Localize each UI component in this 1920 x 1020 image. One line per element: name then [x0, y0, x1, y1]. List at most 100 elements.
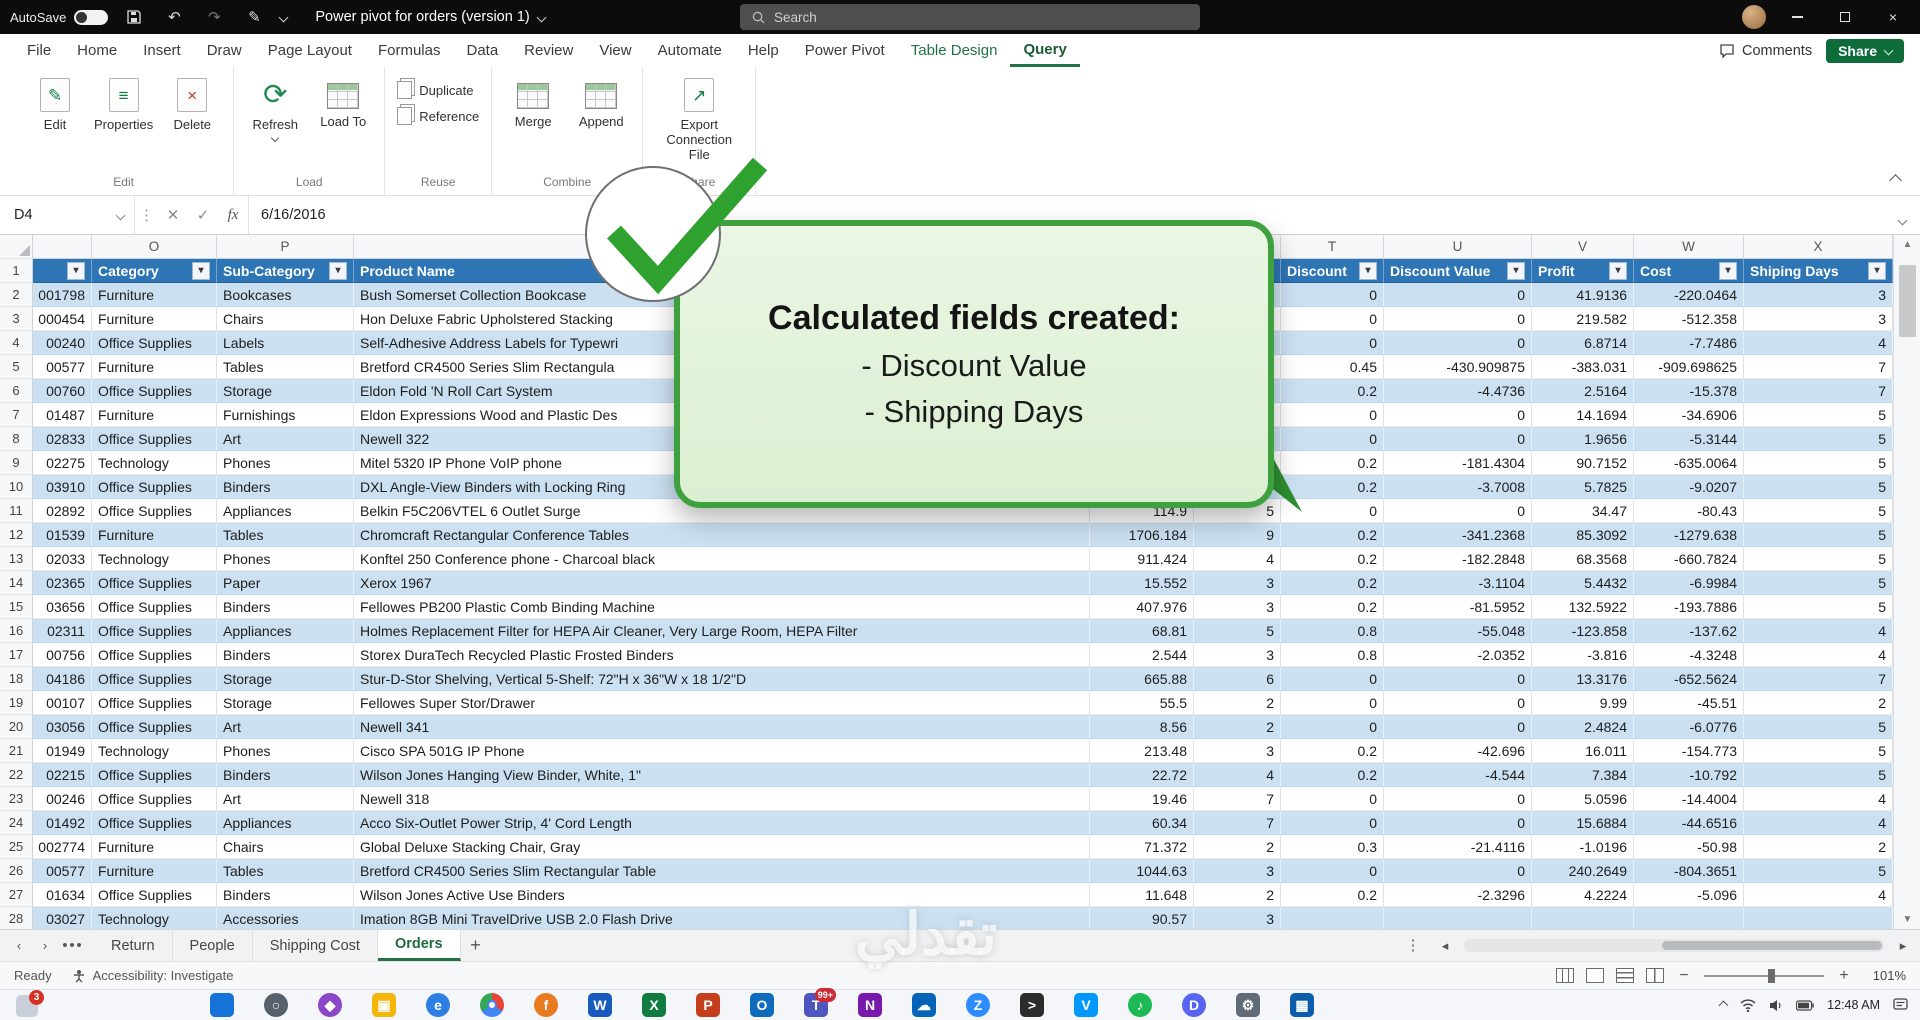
cell[interactable]: 0	[1384, 715, 1532, 739]
row-header-10[interactable]: 10	[0, 475, 33, 499]
taskbar-app-onenote[interactable]: N	[858, 993, 882, 1017]
cell[interactable]: 03910	[33, 475, 92, 499]
column-header-v[interactable]: V	[1532, 235, 1634, 259]
row-header-26[interactable]: 26	[0, 859, 33, 883]
cell[interactable]: 0	[1281, 811, 1384, 835]
cell[interactable]: 1706.184	[1090, 523, 1194, 547]
cell[interactable]: Furniture	[92, 835, 217, 859]
ribbon-tab-page-layout[interactable]: Page Layout	[255, 34, 365, 67]
cell[interactable]: Appliances	[217, 811, 354, 835]
cell[interactable]: -5.3144	[1634, 427, 1744, 451]
cell[interactable]: 01492	[33, 811, 92, 835]
cell[interactable]: -4.544	[1384, 763, 1532, 787]
cell[interactable]: Storex DuraTech Recycled Plastic Frosted…	[354, 643, 1090, 667]
taskbar-app-discord[interactable]: D	[1182, 993, 1206, 1017]
cell[interactable]: 41.9136	[1532, 283, 1634, 307]
taskbar-app-powerpoint[interactable]: P	[696, 993, 720, 1017]
cell[interactable]: Appliances	[217, 499, 354, 523]
cell[interactable]	[1384, 907, 1532, 929]
quick-access-dropdown-icon[interactable]	[279, 12, 289, 22]
wifi-icon[interactable]	[1740, 999, 1756, 1012]
cell[interactable]: 3	[1194, 643, 1281, 667]
cell[interactable]: 5	[1744, 859, 1893, 883]
share-button[interactable]: Share	[1826, 39, 1904, 63]
document-title[interactable]: Power pivot for orders (version 1)	[315, 9, 544, 25]
ribbon-tab-file[interactable]: File	[14, 34, 64, 67]
cell[interactable]: 0	[1281, 427, 1384, 451]
cell[interactable]: Phones	[217, 451, 354, 475]
cell[interactable]: 0.8	[1281, 619, 1384, 643]
cell[interactable]: 6.8714	[1532, 331, 1634, 355]
search-input[interactable]: Search	[740, 4, 1200, 30]
ribbon-tab-home[interactable]: Home	[64, 34, 130, 67]
cell[interactable]: Paper	[217, 571, 354, 595]
cell[interactable]: 02311	[33, 619, 92, 643]
sheet-nav-left-icon[interactable]: ‹	[8, 938, 30, 953]
cell[interactable]: 71.372	[1090, 835, 1194, 859]
cell[interactable]: Office Supplies	[92, 763, 217, 787]
cell[interactable]: Art	[217, 715, 354, 739]
taskbar-app-teams[interactable]: T99+	[804, 993, 828, 1017]
cell[interactable]: 9.99	[1532, 691, 1634, 715]
taskbar-app-chrome[interactable]	[480, 993, 504, 1017]
column-header-w[interactable]: W	[1634, 235, 1744, 259]
cell[interactable]: 02275	[33, 451, 92, 475]
cell[interactable]: 4.2224	[1532, 883, 1634, 907]
tray-expand-icon[interactable]	[1719, 1000, 1729, 1010]
cell[interactable]: Konftel 250 Conference phone - Charcoal …	[354, 547, 1090, 571]
cell[interactable]: -7.7486	[1634, 331, 1744, 355]
cell[interactable]: 00756	[33, 643, 92, 667]
taskbar-app-zoom[interactable]: Z	[966, 993, 990, 1017]
save-icon[interactable]	[120, 5, 148, 29]
cell[interactable]: Office Supplies	[92, 571, 217, 595]
cell[interactable]: -137.62	[1634, 619, 1744, 643]
cell[interactable]: Storage	[217, 691, 354, 715]
taskbar-app-store[interactable]: ▦	[1290, 993, 1314, 1017]
cell[interactable]: Office Supplies	[92, 619, 217, 643]
cell[interactable]: 2.4824	[1532, 715, 1634, 739]
cell[interactable]: 5	[1194, 619, 1281, 643]
cell[interactable]: Furniture	[92, 355, 217, 379]
taskbar-app-onedrive[interactable]: ☁	[912, 993, 936, 1017]
cell[interactable]: Newell 341	[354, 715, 1090, 739]
taskbar-app-search[interactable]: ○	[264, 993, 288, 1017]
cell[interactable]: -909.698625	[1634, 355, 1744, 379]
autosave-toggle[interactable]: AutoSave	[10, 10, 108, 25]
cell[interactable]: -3.7008	[1384, 475, 1532, 499]
cell[interactable]: Tables	[217, 523, 354, 547]
cell[interactable]: 0	[1384, 307, 1532, 331]
cell[interactable]: 7	[1194, 811, 1281, 835]
cell[interactable]: Technology	[92, 451, 217, 475]
sheetbar-more-icon[interactable]: ⋮	[1400, 938, 1426, 954]
cell[interactable]: Storage	[217, 667, 354, 691]
cell[interactable]: Office Supplies	[92, 427, 217, 451]
cell[interactable]: Office Supplies	[92, 787, 217, 811]
cell[interactable]: -4.3248	[1634, 643, 1744, 667]
cell[interactable]: Fellowes PB200 Plastic Comb Binding Mach…	[354, 595, 1090, 619]
scroll-down-icon[interactable]: ▼	[1894, 914, 1920, 925]
cell[interactable]: 5	[1744, 571, 1893, 595]
minimize-button[interactable]	[1780, 3, 1814, 31]
cell[interactable]: -220.0464	[1634, 283, 1744, 307]
cell[interactable]: 68.81	[1090, 619, 1194, 643]
reference-button[interactable]: Reference	[397, 107, 479, 125]
cell[interactable]: 4	[1194, 547, 1281, 571]
cell[interactable]: -34.6906	[1634, 403, 1744, 427]
cell[interactable]: 0.45	[1281, 355, 1384, 379]
ribbon-tab-help[interactable]: Help	[735, 34, 792, 67]
name-box-dropdown-icon[interactable]	[116, 210, 126, 220]
cell[interactable]: 34.47	[1532, 499, 1634, 523]
taskbar-app-copilot[interactable]: ◆	[318, 993, 342, 1017]
cell[interactable]: 02365	[33, 571, 92, 595]
cancel-icon[interactable]: ✕	[158, 196, 188, 234]
table-header-shiping-days[interactable]: Shiping Days▾	[1744, 259, 1893, 283]
cell[interactable]: 3	[1194, 739, 1281, 763]
ribbon-tab-automate[interactable]: Automate	[645, 34, 735, 67]
cell[interactable]: Furniture	[92, 403, 217, 427]
taskbar-app-start[interactable]	[210, 993, 234, 1017]
ribbon-tab-review[interactable]: Review	[511, 34, 586, 67]
cell[interactable]: -635.0064	[1634, 451, 1744, 475]
cell[interactable]: 02892	[33, 499, 92, 523]
cell[interactable]: 0.2	[1281, 547, 1384, 571]
delete-query-button[interactable]: × Delete	[163, 75, 221, 132]
